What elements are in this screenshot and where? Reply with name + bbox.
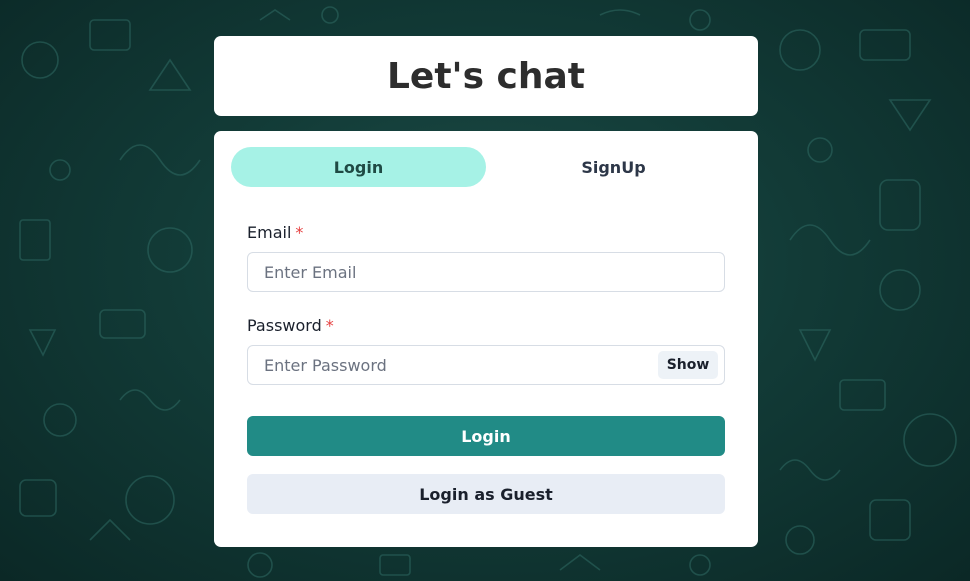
password-label: Password * [247, 316, 725, 336]
email-field[interactable] [248, 253, 724, 291]
email-required-mark: * [295, 223, 304, 242]
tab-signup[interactable]: SignUp [486, 147, 741, 187]
title-card: Let's chat [214, 36, 758, 116]
password-field-wrapper: Show [247, 345, 725, 385]
password-label-text: Password [247, 316, 322, 335]
auth-card: Login SignUp Email* Password* Show Login… [214, 131, 758, 547]
password-field[interactable] [248, 346, 724, 384]
auth-tabs: Login SignUp [231, 147, 741, 187]
email-label: Email * [247, 223, 725, 243]
email-label-text: Email [247, 223, 292, 242]
show-password-button[interactable]: Show [658, 351, 718, 379]
page-title: Let's chat [386, 55, 586, 97]
password-required-mark: * [325, 316, 334, 335]
tab-login[interactable]: Login [231, 147, 486, 187]
email-field-wrapper [247, 252, 725, 292]
login-container: Let's chat Login SignUp Email* Password*… [214, 36, 758, 547]
login-button[interactable]: Login [247, 416, 725, 456]
guest-login-button[interactable]: Login as Guest [247, 474, 725, 514]
